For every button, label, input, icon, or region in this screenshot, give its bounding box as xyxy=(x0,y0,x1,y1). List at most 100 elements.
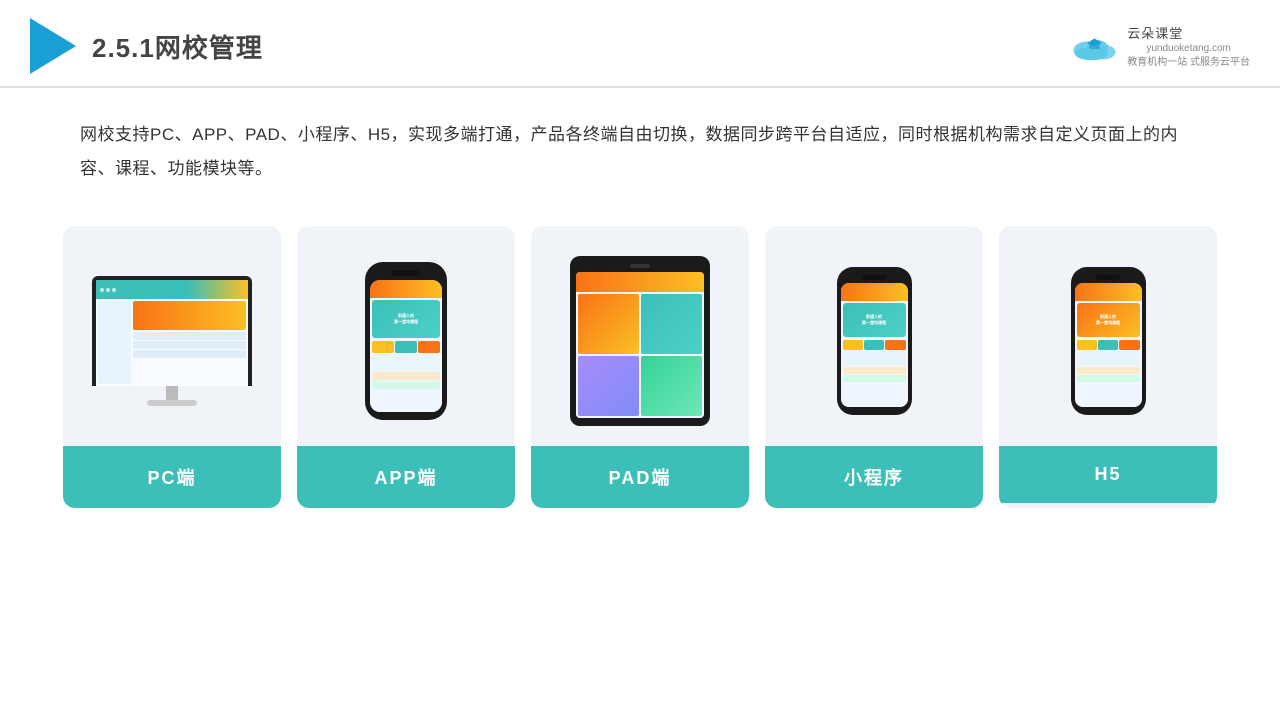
cards-section: PC端 职通人的第一堂均课程 xyxy=(0,206,1280,508)
phone-mini-outer: 职通人的第一堂均课程 xyxy=(837,267,912,415)
monitor-stand-neck xyxy=(166,386,178,400)
monitor-dot-3 xyxy=(112,288,116,292)
phone-mini-topbar xyxy=(841,283,908,301)
mini-row-3 xyxy=(843,367,906,374)
page-title: 2.5.1网校管理 xyxy=(92,28,263,65)
phone-mini-screen: 职通人的第一堂均课程 xyxy=(841,283,908,407)
phone-app-row2 xyxy=(372,363,440,371)
card-h5-device: 职通人的第一堂均课程 xyxy=(999,226,1217,446)
phone-mini-notch xyxy=(862,275,886,280)
mini-grid-3 xyxy=(885,340,905,350)
brand-name: 云朵课堂 xyxy=(1127,23,1250,42)
phone-h5-mockup: 职通人的第一堂均课程 xyxy=(1071,267,1146,415)
tablet-content xyxy=(576,292,704,418)
phone-h5-outer: 职通人的第一堂均课程 xyxy=(1071,267,1146,415)
cloud-icon xyxy=(1063,31,1123,61)
card-pad: PAD端 xyxy=(531,226,749,508)
monitor-dot-1 xyxy=(100,288,104,292)
card-pc-device xyxy=(63,226,281,446)
monitor-dot-2 xyxy=(106,288,110,292)
mini-row-1 xyxy=(843,351,906,358)
phone-app-row1 xyxy=(372,354,440,362)
card-app-label: APP端 xyxy=(297,446,515,508)
title-main: 网校管理 xyxy=(155,33,263,63)
phone-app-outer: 职通人的第一堂均课程 xyxy=(365,262,447,420)
phone-h5-content: 职通人的第一堂均课程 xyxy=(1075,301,1142,407)
h5-grid-1 xyxy=(1077,340,1097,350)
page-header: 2.5.1网校管理 云朵课堂 yunduoketang.com 教育机构一站 式… xyxy=(0,0,1280,88)
pc-monitor xyxy=(92,276,252,406)
description-text: 网校支持PC、APP、PAD、小程序、H5，实现多端打通，产品各终端自由切换，数… xyxy=(0,88,1280,206)
phone-app-content: 职通人的第一堂均课程 xyxy=(370,298,442,412)
tablet-top xyxy=(576,272,704,292)
phone-app-grid xyxy=(372,341,440,353)
phone-h5-topbar xyxy=(1075,283,1142,301)
mini-row-2 xyxy=(843,359,906,366)
monitor-row-3 xyxy=(133,350,246,358)
phone-app-screen: 职通人的第一堂均课程 xyxy=(370,280,442,412)
phone-h5-screen: 职通人的第一堂均课程 xyxy=(1075,283,1142,407)
card-app: 职通人的第一堂均课程 xyxy=(297,226,515,508)
card-miniprogram-label: 小程序 xyxy=(765,446,983,508)
phone-mini-banner: 职通人的第一堂均课程 xyxy=(843,303,906,337)
card-h5-label: H5 xyxy=(999,446,1217,503)
monitor-row-1 xyxy=(133,332,246,340)
phone-app-row4 xyxy=(372,381,440,389)
brand-tagline: 教育机构一站 式服务云平台 xyxy=(1127,56,1250,70)
card-h5: 职通人的第一堂均课程 xyxy=(999,226,1217,508)
title-prefix: 2.5.1 xyxy=(92,33,155,63)
monitor-rows xyxy=(133,332,246,384)
h5-row-4 xyxy=(1077,375,1140,382)
card-pad-device xyxy=(531,226,749,446)
phone-mini-mockup: 职通人的第一堂均课程 xyxy=(837,267,912,415)
grid-item-2 xyxy=(395,341,417,353)
tablet-screen xyxy=(576,272,704,418)
header-left: 2.5.1网校管理 xyxy=(30,18,263,74)
tablet-tile-2 xyxy=(641,294,702,354)
grid-item-1 xyxy=(372,341,394,353)
h5-grid-2 xyxy=(1098,340,1118,350)
phone-app-row3 xyxy=(372,372,440,380)
monitor-row-2 xyxy=(133,341,246,349)
monitor-screen-inner xyxy=(96,280,248,386)
tablet-tile-4 xyxy=(641,356,702,416)
brand-logo: 云朵课堂 yunduoketang.com 教育机构一站 式服务云平台 xyxy=(1063,23,1250,70)
card-miniprogram-device: 职通人的第一堂均课程 xyxy=(765,226,983,446)
card-pc: PC端 xyxy=(63,226,281,508)
card-pc-label: PC端 xyxy=(63,446,281,508)
tablet-mockup xyxy=(570,256,710,426)
phone-h5-grid xyxy=(1077,340,1140,350)
monitor-banner xyxy=(133,301,246,330)
h5-row-2 xyxy=(1077,359,1140,366)
h5-row-1 xyxy=(1077,351,1140,358)
grid-item-3 xyxy=(418,341,440,353)
brand-text-block: 云朵课堂 yunduoketang.com 教育机构一站 式服务云平台 xyxy=(1127,23,1250,70)
phone-h5-banner: 职通人的第一堂均课程 xyxy=(1077,303,1140,337)
phone-app-topbar xyxy=(370,280,442,298)
logo-triangle xyxy=(30,18,76,74)
h5-row-3 xyxy=(1077,367,1140,374)
monitor-stand-base xyxy=(147,400,197,406)
phone-mini-grid xyxy=(843,340,906,350)
tablet-tile-3 xyxy=(578,356,639,416)
brand-url: yunduoketang.com xyxy=(1127,42,1250,56)
phone-app-mockup: 职通人的第一堂均课程 xyxy=(365,262,447,420)
monitor-content xyxy=(96,299,248,386)
mini-grid-1 xyxy=(843,340,863,350)
phone-app-banner: 职通人的第一堂均课程 xyxy=(372,300,440,338)
monitor-sidebar xyxy=(98,301,131,384)
monitor-main xyxy=(133,301,246,384)
h5-grid-3 xyxy=(1119,340,1139,350)
card-miniprogram: 职通人的第一堂均课程 xyxy=(765,226,983,508)
monitor-screen-wrap xyxy=(92,276,252,386)
card-app-device: 职通人的第一堂均课程 xyxy=(297,226,515,446)
mini-grid-2 xyxy=(864,340,884,350)
tablet-btn xyxy=(630,264,650,268)
description-paragraph: 网校支持PC、APP、PAD、小程序、H5，实现多端打通，产品各终端自由切换，数… xyxy=(80,118,1200,186)
tablet-tile-1 xyxy=(578,294,639,354)
tablet-outer xyxy=(570,256,710,426)
phone-h5-notch xyxy=(1096,275,1120,280)
mini-row-4 xyxy=(843,375,906,382)
card-pad-label: PAD端 xyxy=(531,446,749,508)
phone-app-notch xyxy=(392,270,420,276)
